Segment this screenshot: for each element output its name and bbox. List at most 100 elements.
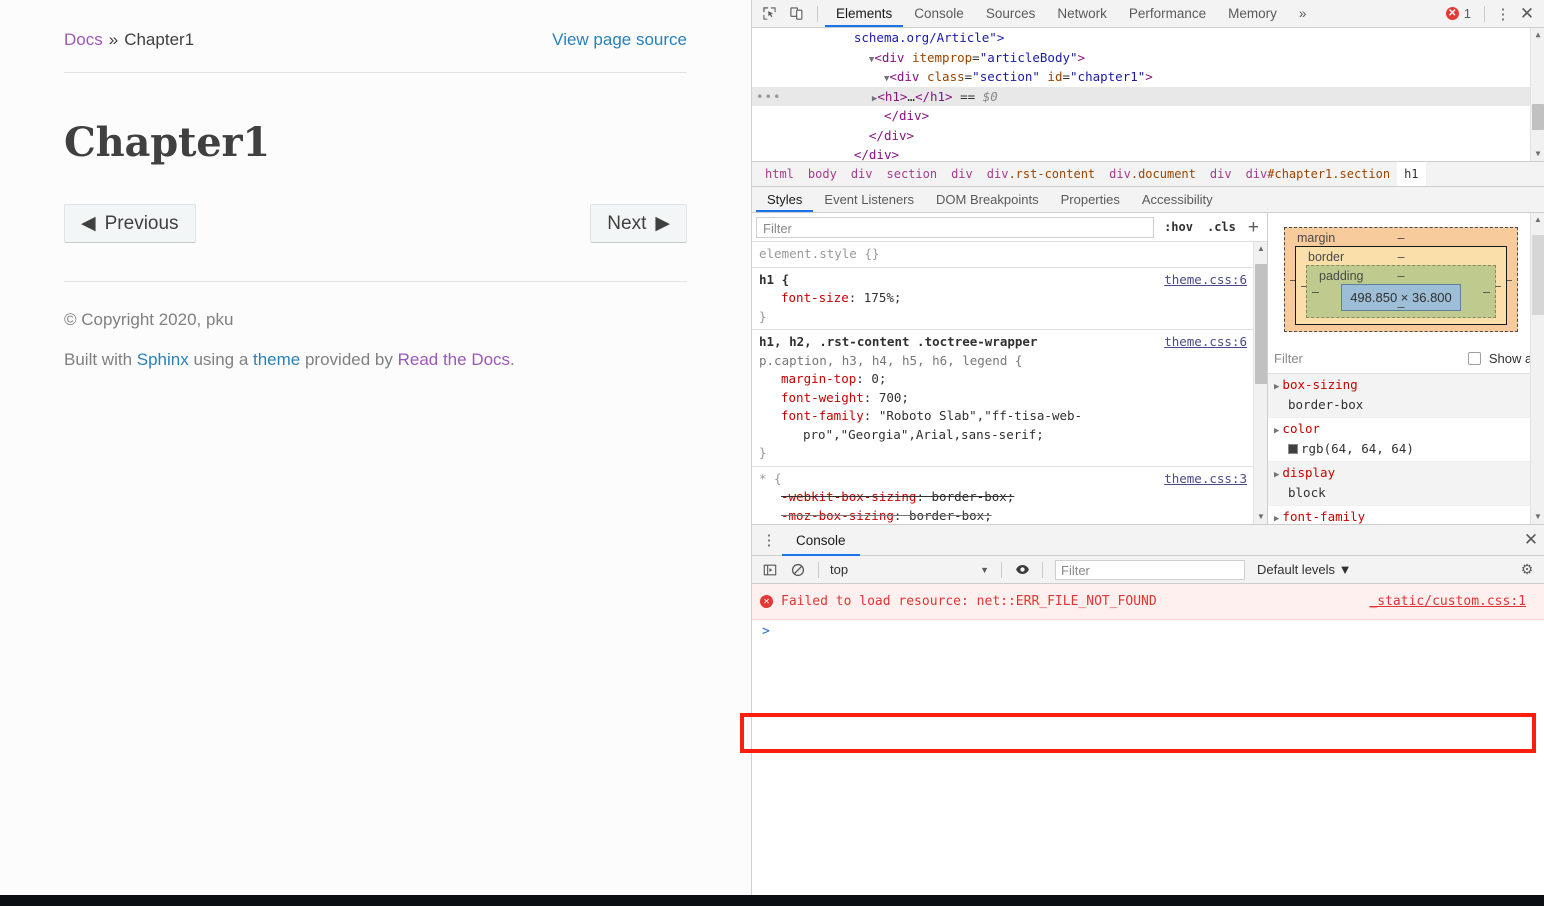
sphinx-link[interactable]: Sphinx xyxy=(137,350,189,369)
hov-toggle-button[interactable]: :hov xyxy=(1160,220,1197,234)
view-page-source-link[interactable]: View page source xyxy=(552,30,687,50)
breadcrumb-node-div[interactable]: div.rst-content xyxy=(980,162,1102,187)
style-rule[interactable]: theme.css:6 h1, h2, .rst-content .toctree… xyxy=(752,330,1267,467)
dom-node-line[interactable]: ▼<div itemprop="articleBody"> xyxy=(752,48,1544,68)
drawer-menu-icon[interactable]: ⋮ xyxy=(756,531,782,549)
error-count-badge[interactable]: ✕ 1 xyxy=(1440,6,1477,21)
new-style-rule-button[interactable]: + xyxy=(1246,218,1263,237)
breadcrumb-node-html[interactable]: html xyxy=(758,162,801,187)
console-error-message[interactable]: ✕ Failed to load resource: net::ERR_FILE… xyxy=(752,584,1544,620)
dom-tree-scrollbar[interactable]: ▲ ▼ xyxy=(1530,28,1544,161)
scroll-down-icon[interactable]: ▼ xyxy=(1531,147,1544,161)
disclosure-triangle-icon[interactable]: ▶ xyxy=(1274,382,1279,392)
style-rule[interactable]: theme.css:3 * { -webkit-box-sizing: border… xyxy=(752,467,1267,525)
dom-node-line[interactable]: </div> xyxy=(752,145,1544,162)
console-context-selector[interactable]: top ▼ xyxy=(825,562,995,577)
scrollbar-thumb[interactable] xyxy=(1532,104,1544,130)
computed-scroll-up-icon[interactable]: ▲ xyxy=(1531,213,1544,227)
computed-scroll-down-icon[interactable]: ▼ xyxy=(1531,510,1544,524)
style-rule-source-link[interactable]: theme.css:6 xyxy=(1164,271,1247,290)
breadcrumb-node-div[interactable]: div#chapter1.section xyxy=(1239,162,1398,187)
breadcrumb-node-body[interactable]: body xyxy=(801,162,844,187)
drawer-tab-console[interactable]: Console xyxy=(782,525,860,556)
tab-elements[interactable]: Elements xyxy=(825,0,903,27)
scroll-up-icon[interactable]: ▲ xyxy=(1531,28,1544,42)
padding-left-value[interactable]: – xyxy=(1312,285,1319,299)
clear-console-icon[interactable] xyxy=(784,559,812,581)
dom-node-line[interactable]: ••• ▶<h1>…</h1> == $0 xyxy=(752,87,1544,107)
console-messages[interactable]: ✕ Failed to load resource: net::ERR_FILE… xyxy=(752,584,1544,895)
computed-property[interactable]: ▶displayblock xyxy=(1268,462,1544,506)
box-model-border[interactable]: border – – – – padding – – – – 498.85 xyxy=(1295,246,1507,325)
console-filter-input[interactable]: Filter xyxy=(1055,560,1245,580)
styles-scrollbar-thumb[interactable] xyxy=(1255,264,1267,384)
next-button[interactable]: Next ▶ xyxy=(590,204,687,243)
tab-performance[interactable]: Performance xyxy=(1118,0,1217,27)
tab-memory[interactable]: Memory xyxy=(1217,0,1288,27)
previous-button[interactable]: ◀ Previous xyxy=(64,204,196,243)
styles-tab-properties[interactable]: Properties xyxy=(1050,187,1131,212)
computed-scrollbar-thumb[interactable] xyxy=(1532,235,1544,315)
style-rule-selector-cont[interactable]: p.caption, h3, h4, h5, h6, legend { xyxy=(759,353,1022,368)
breadcrumb-node-section[interactable]: section xyxy=(880,162,945,187)
dom-ellipsis-icon[interactable]: ••• xyxy=(756,89,782,104)
styles-tab-accessibility[interactable]: Accessibility xyxy=(1131,187,1224,212)
show-all-checkbox[interactable] xyxy=(1468,352,1481,365)
inspect-cursor-icon[interactable] xyxy=(756,2,783,26)
breadcrumb-node-div[interactable]: div.document xyxy=(1102,162,1203,187)
dom-node-line[interactable]: ▼<div class="section" id="chapter1"> xyxy=(752,67,1544,87)
computed-property[interactable]: ▶colorrgb(64, 64, 64) xyxy=(1268,418,1544,462)
padding-bottom-value[interactable]: – xyxy=(1398,300,1405,314)
console-error-source-link[interactable]: _static/custom.css:1 xyxy=(1369,594,1536,609)
breadcrumb-node-h1[interactable]: h1 xyxy=(1397,162,1425,187)
box-model-padding[interactable]: padding – – – – 498.850 × 36.800 xyxy=(1306,265,1496,318)
computed-properties-list[interactable]: ▶box-sizingborder-box▶colorrgb(64, 64, 6… xyxy=(1268,374,1544,524)
cls-toggle-button[interactable]: .cls xyxy=(1203,220,1240,234)
styles-filter-input[interactable]: Filter xyxy=(756,217,1154,238)
breadcrumb-node-div[interactable]: div xyxy=(844,162,880,187)
padding-top-value[interactable]: – xyxy=(1398,269,1405,283)
style-declaration[interactable]: -webkit-box-sizing: border-box; xyxy=(759,488,1263,507)
style-rule-source-link[interactable]: theme.css:3 xyxy=(1164,470,1247,489)
styles-tab-styles[interactable]: Styles xyxy=(756,187,813,212)
style-rule[interactable]: theme.css:6h1 {font-size: 175%;} xyxy=(752,268,1267,331)
color-swatch[interactable] xyxy=(1288,444,1298,454)
breadcrumb-home-link[interactable]: Docs xyxy=(64,30,103,50)
console-levels-dropdown[interactable]: Default levels ▼ xyxy=(1245,562,1352,577)
breadcrumb-node-div[interactable]: div xyxy=(1203,162,1239,187)
style-rule[interactable]: element.style {} xyxy=(752,242,1267,268)
style-declaration[interactable]: font-family: "Roboto Slab","ff-tisa-web- xyxy=(759,407,1263,426)
close-devtools-icon[interactable]: ✕ xyxy=(1514,4,1540,24)
disclosure-triangle-icon[interactable]: ▶ xyxy=(1274,470,1279,480)
dom-node-line[interactable]: </div> xyxy=(752,126,1544,146)
style-rule-source-link[interactable]: theme.css:6 xyxy=(1164,333,1247,352)
console-input-prompt[interactable]: > xyxy=(752,620,1544,642)
computed-property[interactable]: ▶font-family"Roboto Slab","ff-tisa-web-p xyxy=(1268,506,1544,524)
styles-scroll-down-icon[interactable]: ▼ xyxy=(1254,510,1268,524)
device-toolbar-icon[interactable] xyxy=(783,2,810,26)
disclosure-triangle-icon[interactable]: ▶ xyxy=(1274,426,1279,436)
style-declaration[interactable]: margin-top: 0; xyxy=(759,370,1263,389)
style-rule-selector[interactable]: h1, h2, .rst-content .toctree-wrapper xyxy=(759,334,1037,349)
computed-filter-input[interactable]: Filter xyxy=(1274,351,1460,366)
styles-scrollbar[interactable]: ▲ ▼ xyxy=(1253,242,1267,524)
styles-tab-event-listeners[interactable]: Event Listeners xyxy=(813,187,925,212)
breadcrumb-node-div[interactable]: div xyxy=(944,162,980,187)
dom-tree[interactable]: schema.org/Article"> ▼<div itemprop="art… xyxy=(752,28,1544,162)
box-model-diagram[interactable]: margin – – – 23.240 border – – – – paddi… xyxy=(1268,213,1544,344)
styles-tab-bar[interactable]: StylesEvent ListenersDOM BreakpointsProp… xyxy=(752,187,1544,213)
tab-sources[interactable]: Sources xyxy=(975,0,1047,27)
style-declaration[interactable]: -moz-box-sizing: border-box; xyxy=(759,507,1263,525)
live-expression-icon[interactable] xyxy=(1008,559,1036,581)
box-model-margin[interactable]: margin – – – 23.240 border – – – – paddi… xyxy=(1284,227,1518,332)
devtools-menu-icon[interactable]: ⋮ xyxy=(1492,5,1514,23)
style-declaration[interactable]: font-weight: 700; xyxy=(759,389,1263,408)
padding-right-value[interactable]: – xyxy=(1483,285,1490,299)
border-top-value[interactable]: – xyxy=(1398,250,1405,264)
dom-node-line[interactable]: </div> xyxy=(752,106,1544,126)
console-sidebar-icon[interactable] xyxy=(756,559,784,581)
tab-console[interactable]: Console xyxy=(903,0,975,27)
read-the-docs-link[interactable]: Read the Docs xyxy=(398,350,510,369)
styles-scroll-up-icon[interactable]: ▲ xyxy=(1254,242,1268,256)
style-rule-selector[interactable]: * { xyxy=(759,471,782,486)
